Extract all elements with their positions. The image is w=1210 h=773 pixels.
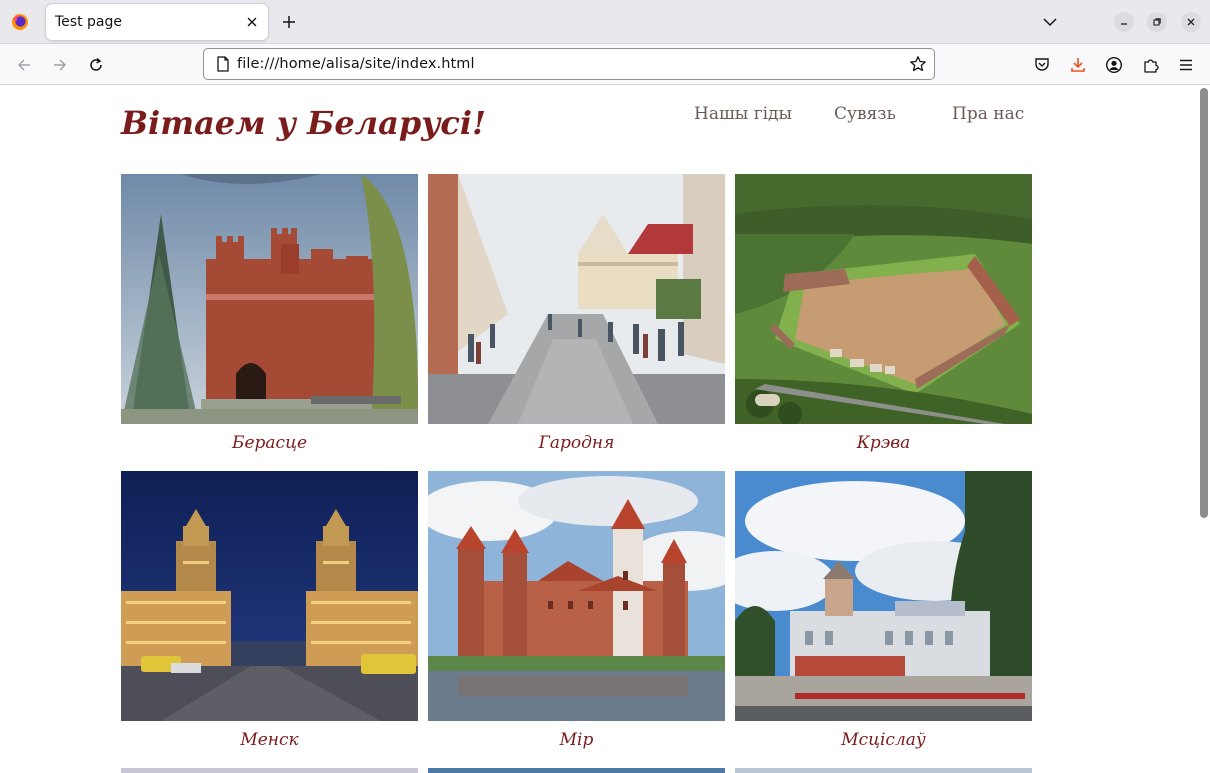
city-photo[interactable] xyxy=(428,471,725,721)
page-viewport: Вітаем у Беларусі! Нашы гіды Сувязь Пра … xyxy=(0,85,1210,773)
extensions-puzzle-icon[interactable] xyxy=(1139,53,1163,77)
city-photo[interactable] xyxy=(121,471,418,721)
forward-arrow-icon[interactable] xyxy=(48,53,72,77)
address-bar[interactable]: file:///home/alisa/site/index.html xyxy=(203,48,935,80)
partially-visible-photo[interactable] xyxy=(121,768,418,773)
bookmark-star-icon[interactable] xyxy=(908,54,928,74)
downloads-icon[interactable] xyxy=(1066,53,1090,77)
back-arrow-icon[interactable] xyxy=(12,53,36,77)
partially-visible-photo[interactable] xyxy=(428,768,725,773)
pocket-icon[interactable] xyxy=(1030,53,1054,77)
reload-icon[interactable] xyxy=(84,53,108,77)
close-tab-icon[interactable] xyxy=(242,12,262,32)
nav-link-about[interactable]: Пра нас xyxy=(952,104,1024,124)
new-tab-plus-icon[interactable] xyxy=(278,11,300,33)
close-window-icon[interactable] xyxy=(1181,12,1201,32)
city-photo[interactable] xyxy=(735,174,1032,424)
tab-title: Test page xyxy=(55,14,122,30)
site-navigation: Нашы гіды Сувязь Пра нас xyxy=(0,104,1210,128)
city-photo[interactable] xyxy=(735,471,1032,721)
city-name[interactable]: Мір xyxy=(428,730,725,750)
list-all-tabs-chevron-icon[interactable] xyxy=(1039,11,1061,33)
menu-hamburger-icon[interactable] xyxy=(1174,53,1198,77)
navigation-toolbar: file:///home/alisa/site/index.html xyxy=(0,44,1210,85)
partially-visible-photo[interactable] xyxy=(735,768,1032,773)
restore-window-icon[interactable] xyxy=(1147,12,1167,32)
vertical-scrollbar-thumb[interactable] xyxy=(1200,88,1208,518)
city-name[interactable]: Крэва xyxy=(735,433,1032,453)
account-icon[interactable] xyxy=(1102,53,1126,77)
tab-bar: Test page xyxy=(0,0,1210,44)
url-text[interactable]: file:///home/alisa/site/index.html xyxy=(237,56,475,72)
city-name[interactable]: Гародня xyxy=(428,433,725,453)
minimize-window-icon[interactable] xyxy=(1114,12,1134,32)
page-document-icon xyxy=(214,55,232,73)
city-photo[interactable] xyxy=(428,174,725,424)
nav-link-contact[interactable]: Сувязь xyxy=(834,104,896,124)
nav-link-guides[interactable]: Нашы гіды xyxy=(694,104,792,124)
firefox-logo-icon[interactable] xyxy=(8,10,32,34)
city-photo[interactable] xyxy=(121,174,418,424)
city-name[interactable]: Берасце xyxy=(121,433,418,453)
city-name[interactable]: Мсціслаў xyxy=(735,730,1032,750)
tab-active[interactable]: Test page xyxy=(46,4,268,40)
city-name[interactable]: Менск xyxy=(121,730,418,750)
